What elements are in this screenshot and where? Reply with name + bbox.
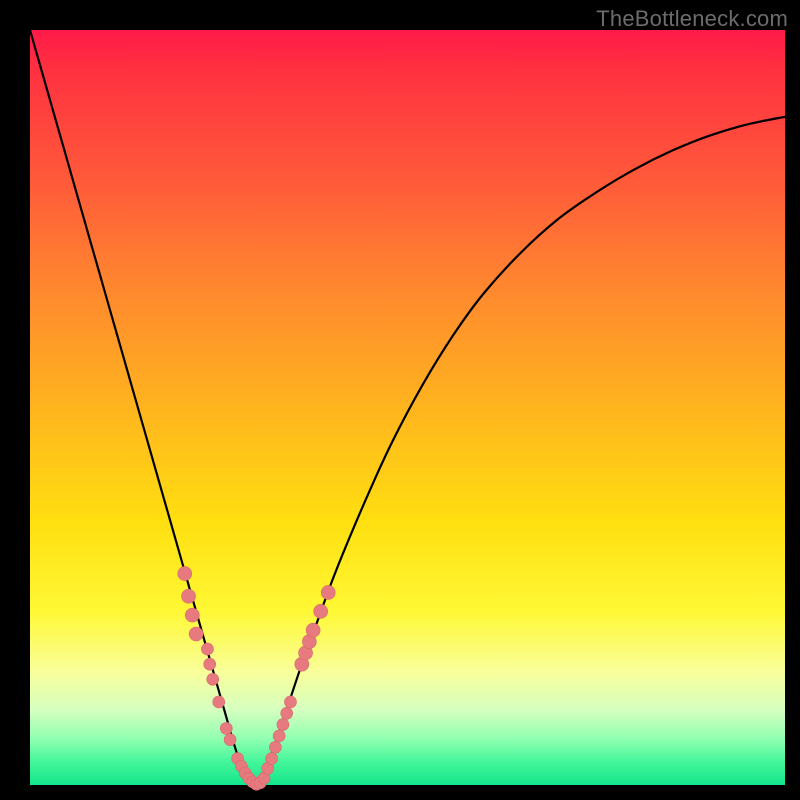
curve-marker <box>321 585 335 599</box>
curve-marker <box>207 673 219 685</box>
curve-marker <box>284 696 296 708</box>
curve-svg <box>30 30 785 785</box>
bottleneck-curve <box>30 30 785 785</box>
curve-marker <box>277 719 289 731</box>
curve-marker <box>269 741 281 753</box>
chart-frame: TheBottleneck.com <box>0 0 800 800</box>
curve-marker <box>189 627 203 641</box>
curve-markers <box>178 567 335 791</box>
curve-marker <box>306 623 320 637</box>
curve-marker <box>224 734 236 746</box>
curve-marker <box>281 707 293 719</box>
curve-marker <box>220 722 232 734</box>
curve-marker <box>266 753 278 765</box>
plot-area <box>30 30 785 785</box>
curve-marker <box>273 730 285 742</box>
curve-marker <box>185 608 199 622</box>
curve-marker <box>178 567 192 581</box>
curve-marker <box>213 696 225 708</box>
curve-marker <box>314 604 328 618</box>
curve-marker <box>201 643 213 655</box>
watermark-text: TheBottleneck.com <box>596 6 788 32</box>
curve-marker <box>204 658 216 670</box>
curve-marker <box>182 589 196 603</box>
